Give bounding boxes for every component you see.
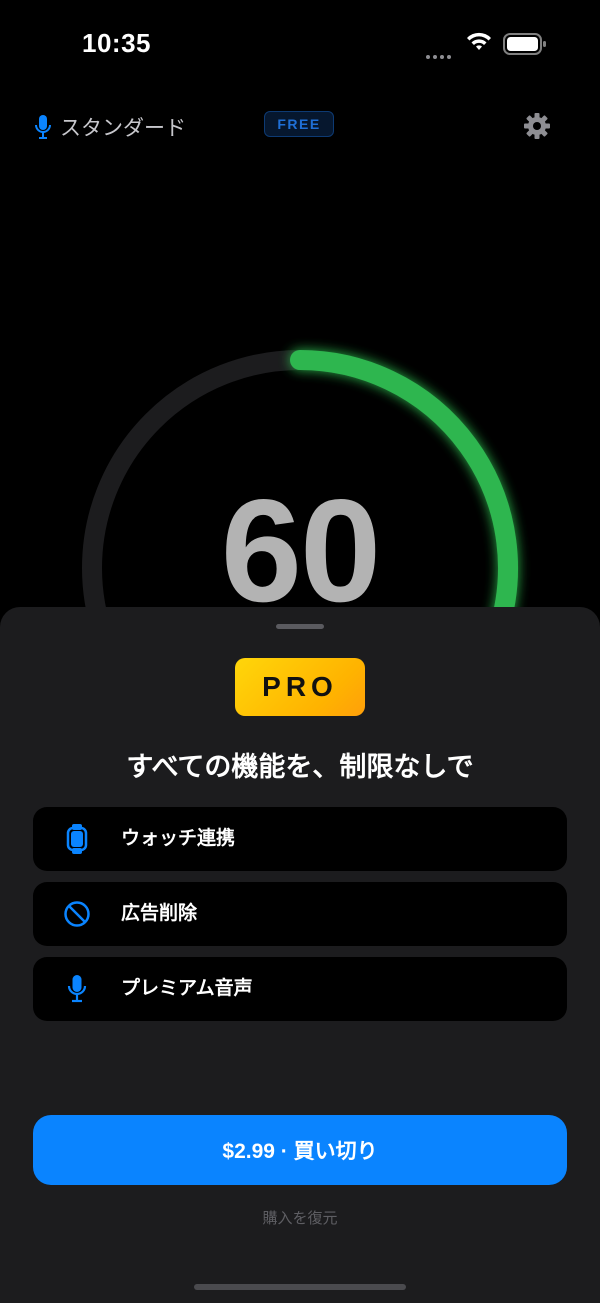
pro-badge: PRO [235,658,365,716]
sheet-grabber[interactable] [276,624,324,629]
countdown-value: 60 [220,469,381,632]
feature-label: プレミアム音声 [121,978,253,999]
feature-label: 広告削除 [121,903,198,924]
watch-icon [63,824,91,854]
feature-item-no-ads: 広告削除 [33,882,567,946]
buy-button[interactable]: $2.99 · 買い切り [33,1115,567,1185]
no-ads-icon [63,900,91,928]
feature-item-watch: ウォッチ連携 [33,807,567,871]
restore-purchases-link[interactable]: 購入を復元 [0,1207,600,1228]
paywall-sheet: PRO すべての機能を、制限なしで ウォッチ連携 広告削除 プレミアム音声 $2… [0,607,600,1303]
paywall-headline: すべての機能を、制限なしで [126,752,474,782]
feature-list: ウォッチ連携 広告削除 プレミアム音声 [33,807,567,1032]
feature-label: ウォッチ連携 [121,828,236,849]
microphone-icon [63,975,91,1003]
feature-item-premium-voice: プレミアム音声 [33,957,567,1021]
home-indicator [194,1284,406,1290]
